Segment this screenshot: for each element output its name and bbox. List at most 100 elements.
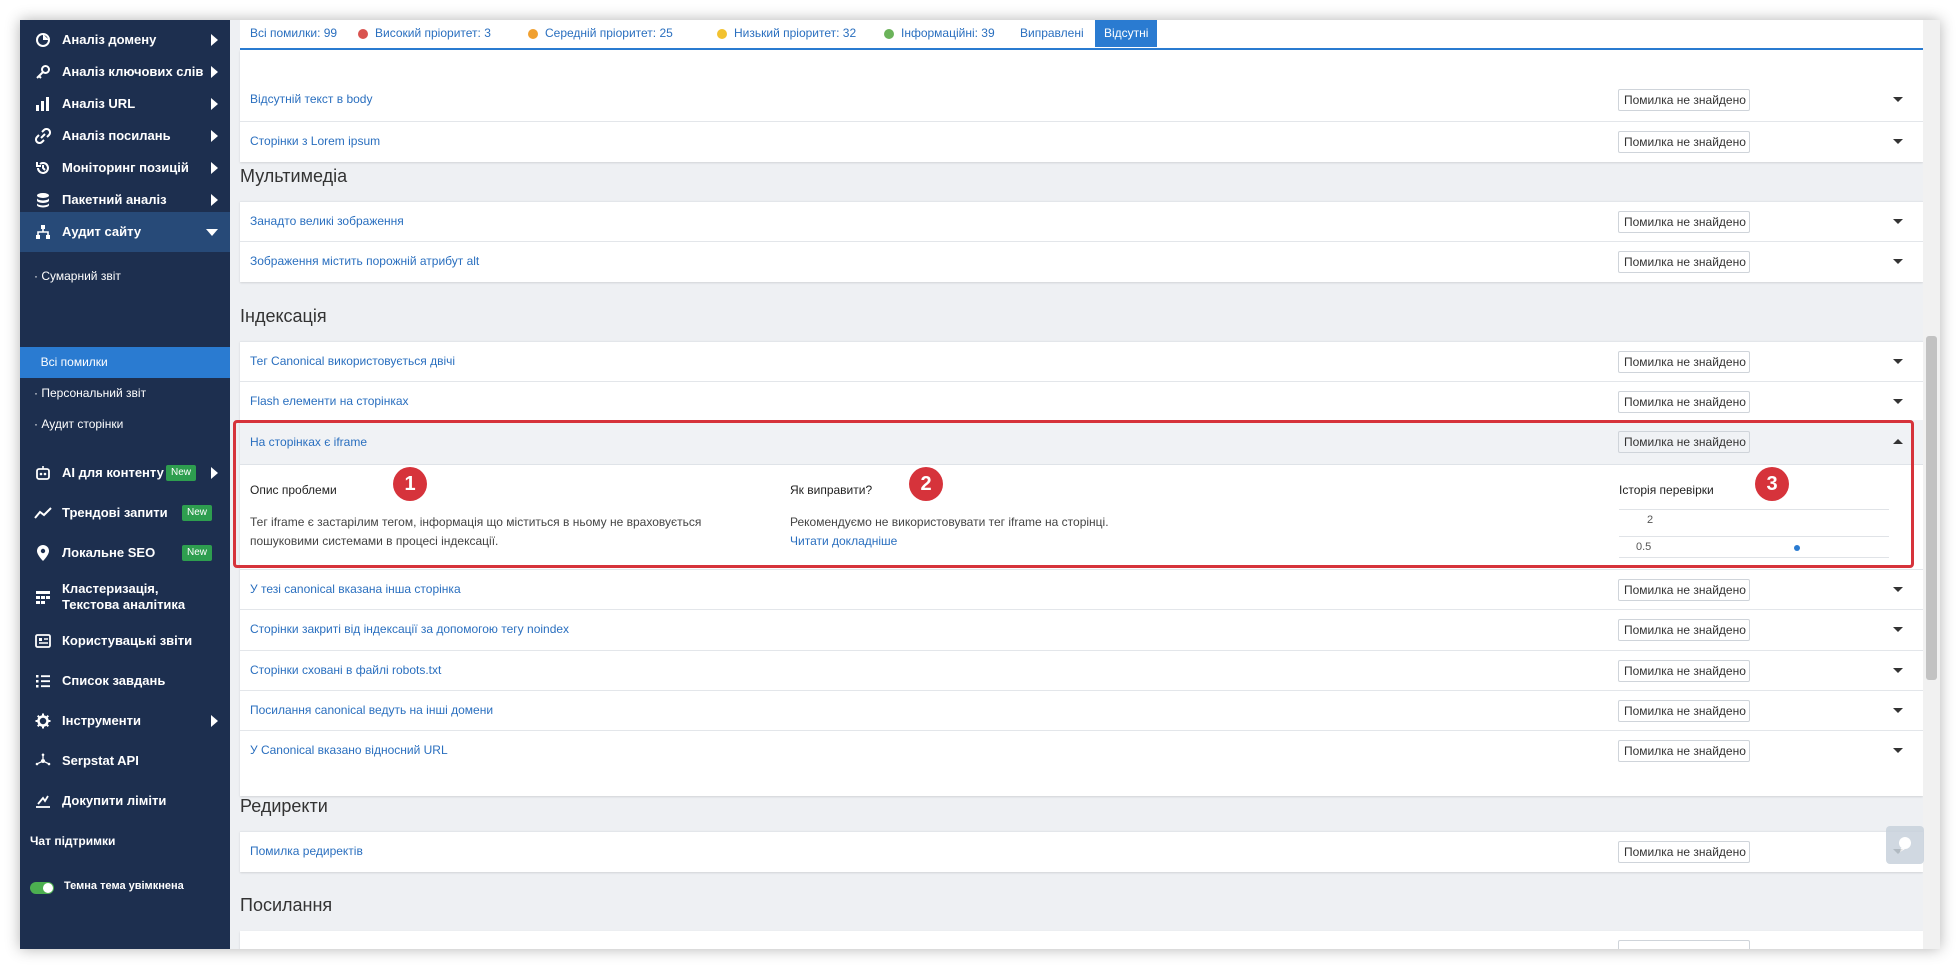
sidebar-subitem-all-errors[interactable]: Всі помилки [20, 347, 230, 377]
check-history-heading: Історія перевірки [1619, 483, 1714, 497]
chevron-down-icon[interactable] [1893, 359, 1903, 364]
trend-icon [32, 502, 54, 524]
chevron-right-icon [211, 98, 218, 110]
error-row[interactable]: Зображення містить порожній атрибут alt … [240, 241, 1923, 281]
sidebar-subitem-page-audit[interactable]: · Аудит сторінки [20, 409, 230, 439]
error-row[interactable]: Сторінки сховані в файлі robots.txt Поми… [240, 650, 1923, 690]
link-icon [32, 125, 54, 147]
error-row-title[interactable]: Зображення містить порожній атрибут alt [250, 254, 479, 268]
scrollbar-thumb[interactable] [1926, 336, 1937, 680]
status-badge: Помилка не знайдено [1618, 660, 1750, 682]
annotation-number-2: 2 [909, 467, 943, 501]
section-title-links: Посилання [240, 895, 333, 915]
status-badge: Помилка не знайдено [1618, 619, 1750, 641]
chevron-down-icon[interactable] [1893, 627, 1903, 632]
sidebar-item-custom-reports[interactable]: Користувацькі звіти [20, 621, 230, 661]
sidebar-item-ai-content[interactable]: AI для контенту New [20, 453, 230, 493]
error-row-title[interactable]: Занадто великі зображення [250, 214, 404, 228]
status-badge: Помилка не знайдено [1618, 351, 1750, 373]
error-row[interactable]: Посилання canonical ведуть на інші домен… [240, 690, 1923, 730]
error-row[interactable]: Помилка редиректів Помилка не знайдено [240, 831, 1923, 871]
error-row[interactable]: Flash елементи на сторінках Помилка не з… [240, 381, 1923, 421]
sidebar-item-buy-limits[interactable]: Докупити ліміти [20, 781, 230, 821]
chevron-down-icon[interactable] [1893, 748, 1903, 753]
error-row[interactable]: Сторінки закриті від індексації за допом… [240, 609, 1923, 649]
sidebar-item-api[interactable]: Serpstat API [20, 741, 230, 781]
error-row-title[interactable]: У тезі canonical вказана інша сторінка [250, 582, 461, 596]
error-row-title[interactable]: Відсутній текст в body [250, 92, 372, 106]
error-row-title[interactable]: У Canonical вказано відносний URL [250, 743, 448, 757]
filter-info[interactable]: Інформаційні: 39 [884, 20, 995, 47]
support-chat-link[interactable]: Чат підтримки [30, 834, 115, 848]
chevron-down-icon[interactable] [1893, 399, 1903, 404]
error-row[interactable]: Відсутній текст в body Помилка не знайде… [240, 80, 1923, 120]
sidebar-item-local-seo[interactable]: Локальне SEO New [20, 533, 230, 573]
error-group-indexing: Тег Canonical використовується двічі Пом… [240, 341, 1923, 796]
status-badge: Помилка не знайдено [1618, 740, 1750, 762]
error-row[interactable]: Занадто великі зображення Помилка не зна… [240, 201, 1923, 241]
error-group-multimedia: Занадто великі зображення Помилка не зна… [240, 201, 1923, 282]
app-window: Аналіз домену Аналіз ключових слів Аналі… [20, 20, 1940, 949]
expanded-error-row: На сторінках є iframe Помилка не знайден… [240, 420, 1923, 568]
chevron-down-icon[interactable] [1893, 219, 1903, 224]
error-row[interactable]: У Canonical вказано відносний URL Помилк… [240, 730, 1923, 770]
filter-missing[interactable]: Відсутні [1095, 20, 1158, 47]
error-row-title[interactable]: Flash елементи на сторінках [250, 394, 409, 408]
info-dot-icon [884, 28, 894, 39]
sidebar-item-label: Користувацькі звіти [62, 633, 193, 648]
chevron-down-icon[interactable] [1893, 708, 1903, 713]
error-row-title[interactable]: Сторінки сховані в файлі robots.txt [250, 663, 441, 677]
sidebar-subitem-summary[interactable]: · Сумарний звіт [20, 261, 230, 291]
error-row-title[interactable]: На сторінках є iframe [250, 435, 367, 449]
chevron-down-icon[interactable] [1893, 668, 1903, 673]
chevron-up-icon[interactable] [1893, 439, 1903, 444]
annotation-number-3: 3 [1755, 467, 1789, 501]
problem-description-heading: Опис проблеми [250, 483, 337, 497]
error-row[interactable]: Сторінки з Lorem ipsum Помилка не знайде… [240, 121, 1923, 161]
chat-widget-button[interactable] [1886, 826, 1924, 864]
sidebar-item-task-list[interactable]: Список завдань [20, 661, 230, 701]
error-group-content: Відсутній текст в body Помилка не знайде… [240, 50, 1923, 162]
read-more-link[interactable]: Читати докладніше [790, 532, 897, 551]
history-icon [32, 157, 54, 179]
sitemap-icon [32, 221, 54, 243]
sidebar-subitem-personal-report[interactable]: · Персональний звіт [20, 378, 230, 408]
error-row-title[interactable]: Помилка редиректів [250, 844, 363, 858]
sidebar-item-label: Аудит сайту [62, 224, 142, 239]
sidebar-item-tools[interactable]: Інструменти [20, 701, 230, 741]
filter-all-errors[interactable]: Всі помилки: 99 [250, 20, 337, 47]
error-row-title[interactable]: Посилання canonical ведуть на інші домен… [250, 703, 493, 717]
filter-fixed[interactable]: Виправлені [1020, 20, 1084, 47]
error-row[interactable]: Тег Canonical використовується двічі Пом… [240, 341, 1923, 381]
sidebar: Аналіз домену Аналіз ключових слів Аналі… [20, 20, 230, 949]
page-scrollbar[interactable] [1923, 20, 1940, 949]
annotation-number-1: 1 [393, 467, 427, 501]
filter-high-priority[interactable]: Високий пріоритет: 3 [358, 20, 491, 47]
sidebar-subitem-label: Всі помилки [40, 355, 108, 369]
chevron-down-icon[interactable] [1893, 139, 1903, 144]
chevron-down-icon[interactable] [1893, 259, 1903, 264]
sidebar-subitem-label: Персональний звіт [41, 386, 147, 400]
filter-low-priority[interactable]: Низький пріоритет: 32 [717, 20, 856, 47]
section-title-redirects: Редиректи [240, 796, 328, 816]
sidebar-item-trends[interactable]: Трендові запити New [20, 493, 230, 533]
chevron-down-icon[interactable] [1893, 587, 1903, 592]
section-title-indexing: Індексація [240, 306, 327, 326]
new-badge: New [182, 505, 213, 521]
error-row-title[interactable]: Сторінки з Lorem ipsum [250, 134, 380, 148]
chevron-right-icon [211, 467, 218, 479]
expanded-row-header[interactable]: На сторінках є iframe Помилка не знайден… [240, 420, 1923, 465]
new-badge: New [166, 465, 197, 481]
error-row-title[interactable]: Тег Canonical використовується двічі [250, 354, 455, 368]
filter-medium-priority[interactable]: Середній пріоритет: 25 [528, 20, 673, 47]
chevron-down-icon[interactable] [1893, 97, 1903, 102]
history-gridline [1619, 557, 1889, 558]
chevron-right-icon [211, 715, 218, 727]
dark-theme-toggle[interactable] [30, 882, 54, 894]
cluster-icon [32, 586, 54, 608]
error-row[interactable]: У тезі canonical вказана інша сторінка П… [240, 569, 1923, 609]
sidebar-item-site-audit[interactable]: Аудит сайту [20, 212, 230, 252]
error-row-title[interactable]: Сторінки закриті від індексації за допом… [250, 622, 569, 636]
sidebar-item-clustering[interactable]: Кластеризація, Текстова аналітика [20, 573, 230, 621]
chevron-down-icon [206, 229, 218, 236]
